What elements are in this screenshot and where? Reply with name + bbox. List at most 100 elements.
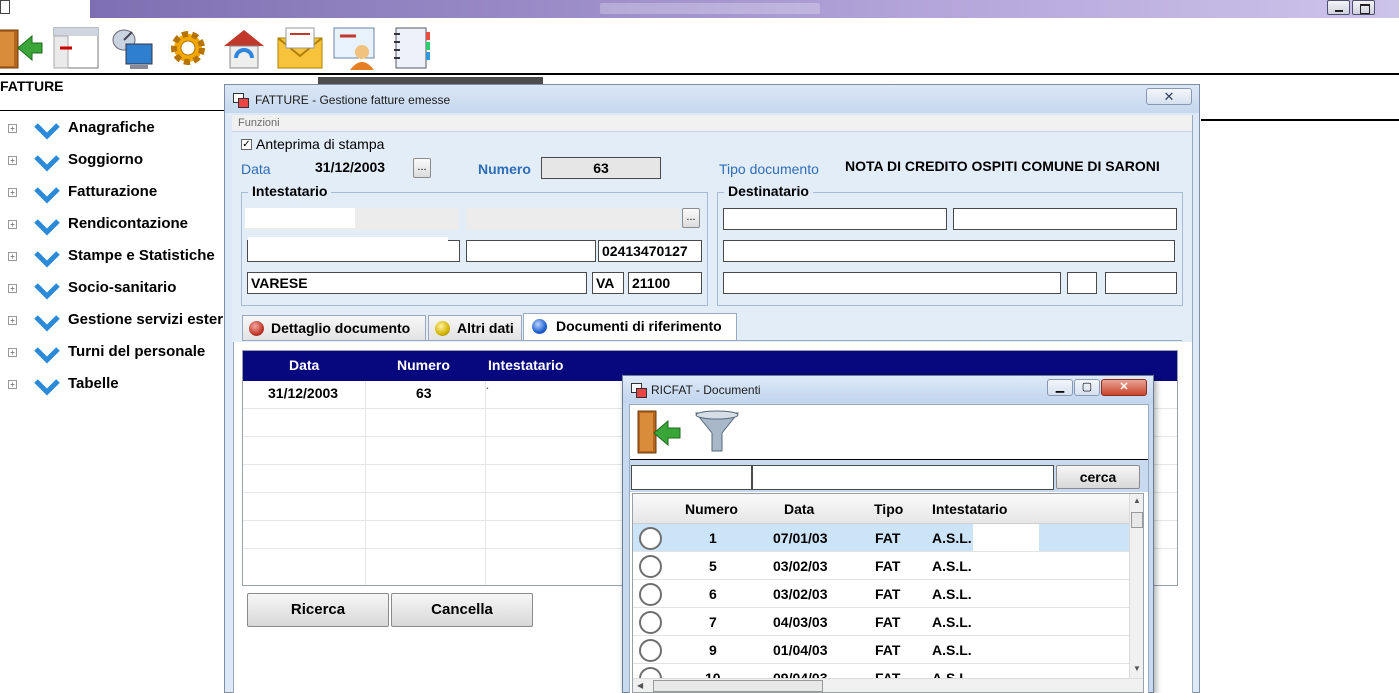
minimize-button[interactable]: ▁ — [1047, 379, 1073, 396]
list-item[interactable]: 9 01/04/03 FAT A.S.L. — [633, 636, 1129, 664]
scroll-down-icon[interactable]: ▼ — [1133, 664, 1141, 673]
window-icon[interactable] — [52, 24, 100, 72]
grid-column-line — [485, 381, 486, 585]
row-radio[interactable] — [639, 555, 662, 578]
cerca-button[interactable]: cerca — [1056, 465, 1140, 489]
main-toolbar — [0, 18, 1399, 75]
expand-icon[interactable]: + — [8, 252, 17, 261]
column-header-tipo[interactable]: Tipo — [874, 501, 903, 517]
numero-field[interactable]: 63 — [541, 157, 661, 179]
column-header-numero[interactable]: Numero — [685, 501, 738, 517]
expand-icon[interactable]: + — [8, 124, 17, 133]
search-code-field[interactable] — [631, 465, 752, 490]
destinatario-provincia-field[interactable] — [1067, 272, 1097, 294]
sidebar-item-anagrafiche[interactable]: + Anagrafiche — [0, 116, 225, 146]
home-refresh-icon[interactable] — [220, 24, 268, 72]
ricfat-body: cerca Numero Data Tipo Intestatario 1 07… — [629, 404, 1149, 693]
exit-door-icon[interactable] — [634, 407, 684, 457]
sidebar-item-servizi-esterni[interactable]: + Gestione servizi ester — [0, 308, 225, 338]
gear-icon[interactable] — [164, 24, 212, 72]
column-header-numero[interactable]: Numero — [397, 357, 450, 373]
dialog-app-icon — [631, 383, 647, 398]
list-item[interactable]: 1 07/01/03 FAT A.S.L. — [633, 524, 1129, 552]
chevron-down-icon — [34, 187, 60, 204]
data-field[interactable]: 31/12/2003 — [312, 157, 412, 179]
list-item[interactable]: 7 04/03/03 FAT A.S.L. — [633, 608, 1129, 636]
cap-field[interactable]: 21100 — [628, 272, 702, 294]
user-card-icon[interactable] — [332, 24, 380, 72]
minimize-button[interactable] — [1327, 0, 1350, 15]
restore-button[interactable] — [1352, 0, 1375, 15]
close-button[interactable]: ✕ — [1146, 88, 1192, 105]
row-numero: 6 — [709, 586, 717, 602]
row-radio[interactable] — [639, 583, 662, 606]
destinatario-cap-field[interactable] — [1105, 272, 1177, 294]
intestatario-extra-field[interactable] — [466, 240, 596, 262]
piva-field[interactable]: 02413470127 — [598, 240, 702, 262]
destinatario-codice-field[interactable] — [723, 208, 947, 230]
row-radio[interactable] — [639, 611, 662, 634]
provincia-field[interactable]: VA — [592, 272, 624, 294]
anteprima-checkbox[interactable]: ✓ — [241, 139, 252, 150]
chevron-down-icon — [34, 219, 60, 236]
row-data: 01/04/03 — [773, 642, 828, 658]
list-item[interactable]: 6 03/02/03 FAT A.S.L. — [633, 580, 1129, 608]
scrollbar-thumb[interactable] — [1131, 512, 1143, 528]
sidebar-item-rendicontazione[interactable]: + Rendicontazione — [0, 212, 225, 242]
column-header-intestatario[interactable]: Intestatario — [488, 357, 563, 373]
citta-field[interactable]: VARESE — [247, 272, 587, 294]
dialog-title-bar[interactable]: FATTURE - Gestione fatture emesse ✕ — [225, 85, 1199, 113]
date-picker-button[interactable]: ... — [413, 158, 431, 178]
tab-documenti-riferimento[interactable]: Documenti di riferimento — [523, 313, 737, 341]
search-input[interactable] — [752, 465, 1054, 490]
sidebar-item-fatturazione[interactable]: + Fatturazione — [0, 180, 225, 210]
row-data: 31/12/2003 — [268, 385, 339, 401]
destinatario-nome-field[interactable] — [953, 208, 1177, 230]
expand-icon[interactable]: + — [8, 348, 17, 357]
yellow-dot-icon — [435, 321, 450, 336]
mail-icon[interactable] — [274, 24, 323, 72]
sidebar-item-soggiorno[interactable]: + Soggiorno — [0, 148, 225, 178]
scroll-up-icon[interactable]: ▲ — [1133, 496, 1141, 505]
tab-dettaglio-documento[interactable]: Dettaglio documento — [242, 315, 426, 341]
horizontal-scrollbar[interactable]: ◀ — [633, 678, 1143, 692]
column-header-intestatario[interactable]: Intestatario — [932, 501, 1007, 517]
expand-icon[interactable]: + — [8, 284, 17, 293]
sidebar-item-tabelle[interactable]: + Tabelle — [0, 372, 225, 402]
row-radio[interactable] — [639, 639, 662, 662]
maximize-button[interactable]: ▢ — [1074, 379, 1100, 396]
destinatario-citta-field[interactable] — [723, 272, 1061, 294]
expand-icon[interactable]: + — [8, 188, 17, 197]
blue-dot-icon — [532, 319, 547, 334]
sidebar-item-stampe[interactable]: + Stampe e Statistiche — [0, 244, 225, 274]
sidebar-item-socio-sanitario[interactable]: + Socio-sanitario — [0, 276, 225, 306]
funzioni-panel[interactable]: Funzioni — [232, 115, 1192, 132]
row-radio[interactable] — [639, 527, 662, 550]
scrollbar-thumb[interactable] — [653, 680, 823, 692]
vertical-scrollbar[interactable]: ▲ ▼ — [1129, 494, 1143, 679]
list-item[interactable]: 5 03/02/03 FAT A.S.L. — [633, 552, 1129, 580]
expand-icon[interactable]: + — [8, 220, 17, 229]
tab-altri-dati[interactable]: Altri dati — [428, 315, 522, 341]
sidebar-item-turni[interactable]: + Turni del personale — [0, 340, 225, 370]
column-header-data[interactable]: Data — [289, 357, 319, 373]
intestatario-lookup-button[interactable]: ... — [682, 208, 700, 228]
tab-label: Altri dati — [457, 320, 514, 336]
row-numero: 7 — [709, 614, 717, 630]
ricerca-button[interactable]: Ricerca — [247, 593, 389, 627]
filter-icon[interactable] — [692, 407, 742, 457]
intestatario-nome-field[interactable] — [466, 208, 680, 230]
network-computer-icon[interactable] — [108, 24, 156, 72]
column-header-data[interactable]: Data — [784, 501, 814, 517]
cancella-button[interactable]: Cancella — [391, 593, 533, 627]
notebook-icon[interactable] — [388, 24, 436, 72]
app-icon — [0, 0, 10, 14]
close-button[interactable]: ✕ — [1101, 379, 1147, 396]
expand-icon[interactable]: + — [8, 156, 17, 165]
exit-door-icon[interactable] — [0, 24, 43, 72]
expand-icon[interactable]: + — [8, 316, 17, 325]
destinatario-indirizzo-field[interactable] — [723, 240, 1175, 262]
expand-icon[interactable]: + — [8, 380, 17, 389]
scroll-left-icon[interactable]: ◀ — [637, 681, 643, 690]
ricfat-title-bar[interactable]: RICFAT - Documenti ▁ ▢ ✕ — [623, 376, 1153, 403]
